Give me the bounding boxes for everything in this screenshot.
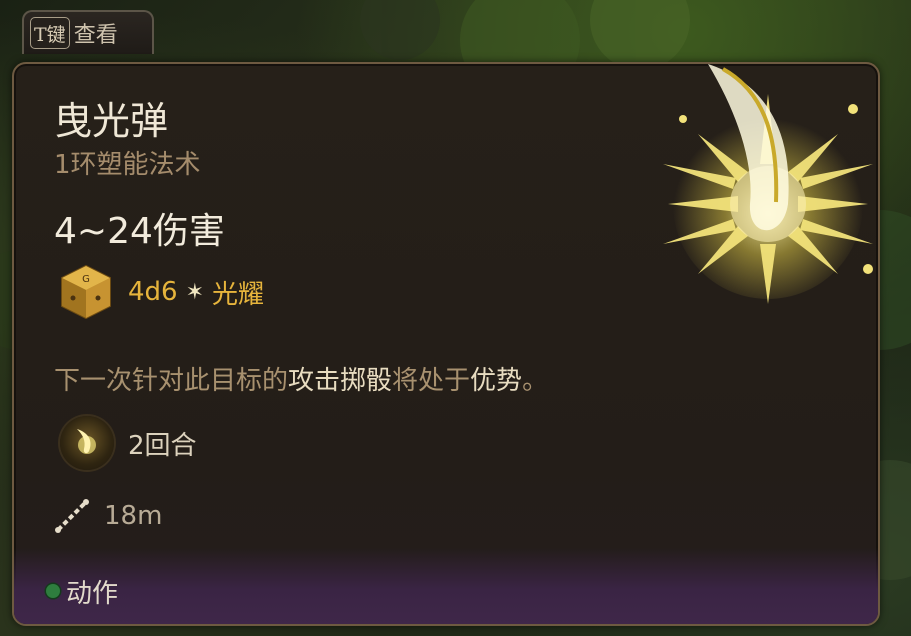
damage-type: 光耀 bbox=[212, 279, 265, 310]
spell-tooltip: 曳光弹 1环塑能法术 4~24伤害 G 4d6 ✶ 光耀 下一次针对此目标的攻击… bbox=[12, 62, 880, 626]
description-text: 下一次针对此目标的 bbox=[54, 366, 289, 396]
range-ruler-icon bbox=[55, 499, 89, 533]
spell-level-school: 1环塑能法术 bbox=[54, 150, 201, 180]
guiding-bolt-sun-icon bbox=[663, 64, 873, 304]
advantage-link[interactable]: 优势 bbox=[470, 366, 522, 396]
action-footer: 动作 bbox=[14, 548, 878, 624]
damage-dice-row: G 4d6 ✶ 光耀 bbox=[56, 262, 264, 322]
radiant-sparkle-icon: ✶ bbox=[185, 279, 205, 305]
duration-row: 2回合 bbox=[60, 416, 197, 470]
action-dot-icon bbox=[46, 584, 60, 598]
damage-range: 4~24伤害 bbox=[54, 211, 225, 252]
t-key-icon: T键 bbox=[30, 17, 70, 49]
inspect-key-hint[interactable]: T键 查看 bbox=[22, 10, 154, 54]
duration-text: 2回合 bbox=[128, 430, 197, 461]
description-text: 将处于 bbox=[392, 366, 471, 396]
description-text: 。 bbox=[522, 366, 549, 396]
dice-formula: 4d6 bbox=[128, 277, 178, 307]
spell-description: 下一次针对此目标的攻击掷骰将处于优势。 bbox=[54, 360, 548, 397]
attack-roll-link[interactable]: 攻击掷骰 bbox=[288, 366, 392, 396]
range-text: 18m bbox=[104, 501, 163, 531]
svg-text:G: G bbox=[82, 274, 90, 285]
d6-dice-icon: G bbox=[61, 264, 111, 320]
inspect-label: 查看 bbox=[73, 23, 118, 48]
guiding-bolt-duration-icon bbox=[60, 416, 114, 470]
action-type: 动作 bbox=[66, 578, 119, 609]
spell-title: 曳光弹 bbox=[54, 99, 169, 143]
range-row: 18m bbox=[52, 496, 162, 536]
